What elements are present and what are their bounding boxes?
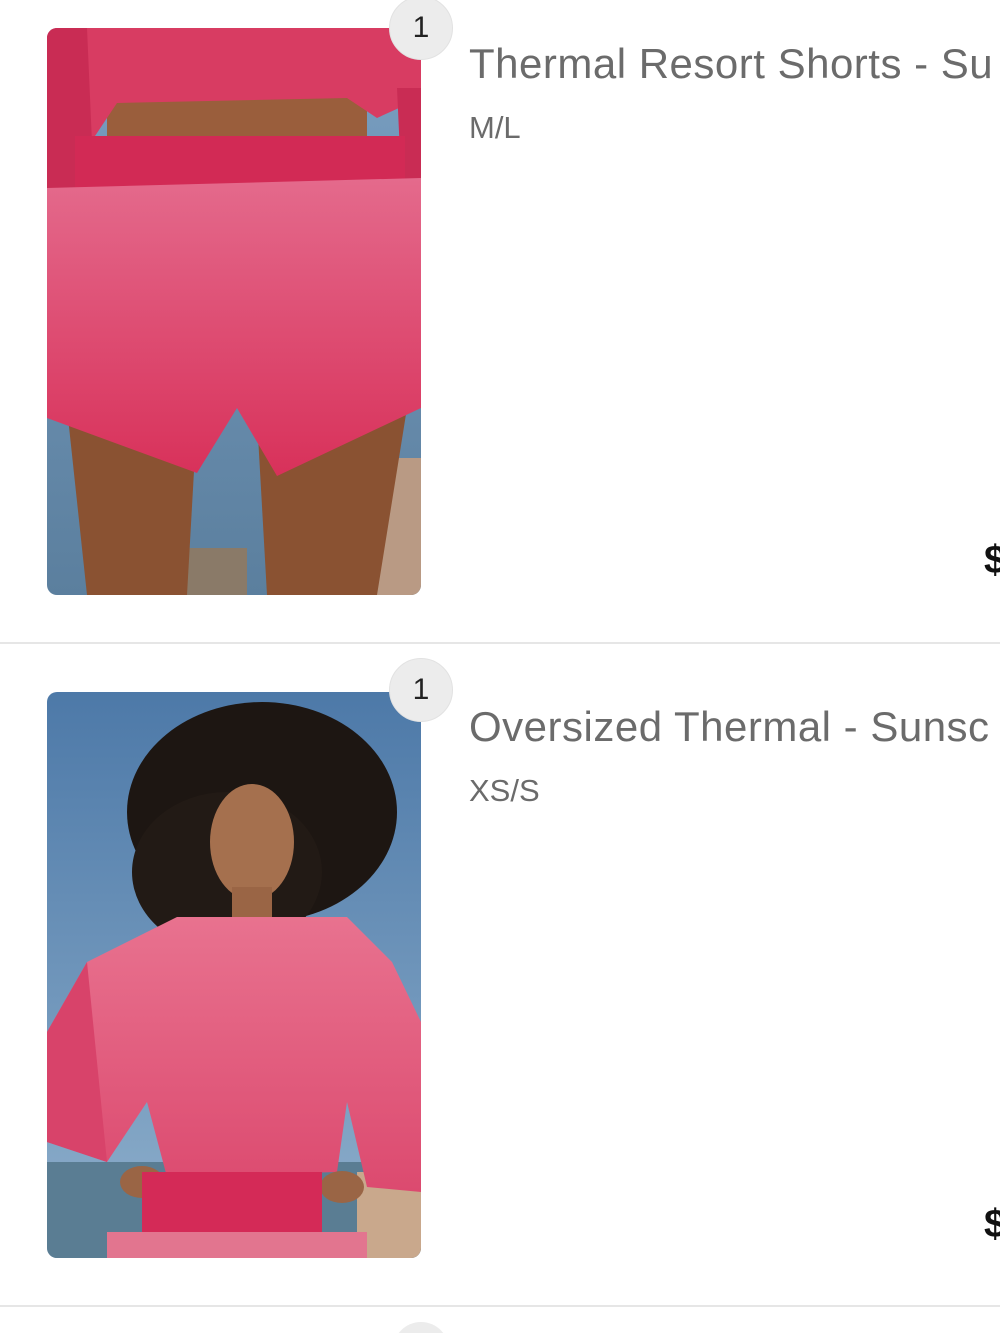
product-image[interactable] — [47, 28, 421, 595]
divider — [0, 642, 1000, 644]
cart-line-item[interactable]: 1 Thermal Resort Shorts - Su M/L $ — [0, 0, 1000, 643]
product-variant: M/L — [469, 110, 521, 145]
product-price: $ — [984, 1202, 1000, 1246]
sweatshirt-photo-icon — [47, 692, 421, 1258]
product-image[interactable] — [47, 692, 421, 1258]
product-price: $ — [984, 538, 1000, 582]
shorts-photo-icon — [47, 28, 421, 595]
product-variant: XS/S — [469, 773, 540, 808]
cart-line-item[interactable]: 1 Oversized Thermal - Sunsc XS/S $ — [0, 645, 1000, 1306]
quantity-badge: 1 — [389, 0, 453, 60]
divider — [0, 1305, 1000, 1307]
cart-item-list: 1 Thermal Resort Shorts - Su M/L $ 1 Ove… — [0, 0, 1000, 1333]
quantity-badge-partial — [393, 1322, 449, 1333]
quantity-badge: 1 — [389, 658, 453, 722]
product-title[interactable]: Thermal Resort Shorts - Su — [469, 40, 993, 88]
product-title[interactable]: Oversized Thermal - Sunsc — [469, 703, 990, 751]
